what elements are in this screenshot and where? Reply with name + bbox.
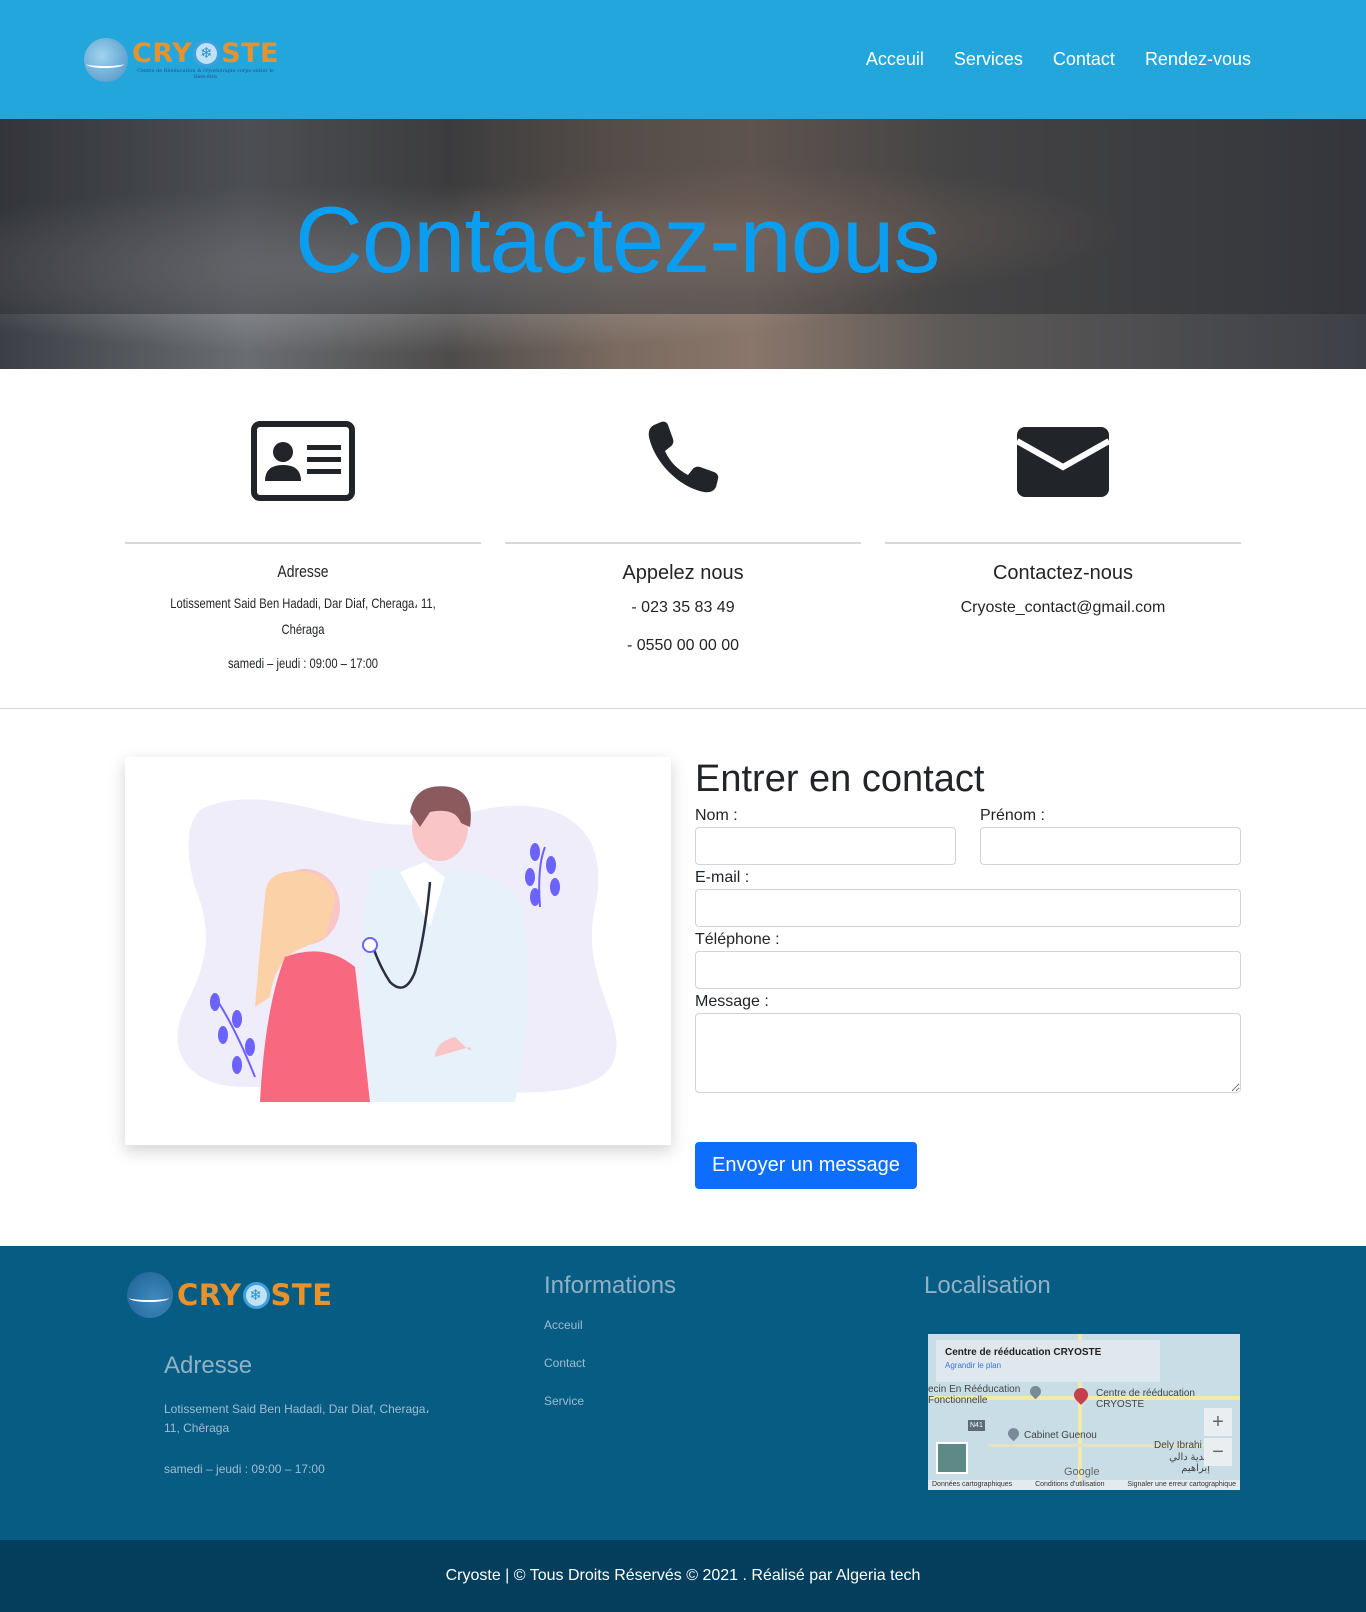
map-label-cabinet: Cabinet Guenou [1024, 1430, 1097, 1441]
nav-link-rendez-vous[interactable]: Rendez-vous [1145, 49, 1251, 70]
info-hours-line: samedi – jeudi : 09:00 – 17:00 [227, 655, 379, 671]
footer-hours: samedi – jeudi : 09:00 – 17:00 [164, 1462, 325, 1476]
info-address-line: Lotissement Said Ben Hadadi, Dar Diaf, C… [170, 595, 436, 637]
map-label-reeducation: ecin En Rééducation Fonctionnelle [928, 1384, 1021, 1406]
info-phone: Appelez nous - 023 35 83 49 - 0550 00 00… [505, 421, 861, 708]
id-card-icon [125, 421, 481, 521]
email-field-group: E-mail : [695, 869, 1241, 931]
footer-link-acceuil[interactable]: Acceuil [544, 1318, 924, 1332]
footer-logo-wordmark: CRY STE [177, 1278, 333, 1312]
name-row: Nom : Prénom : [695, 807, 1241, 869]
telephone-field-group: Téléphone : [695, 931, 1241, 993]
map-pin-icon[interactable] [1071, 1385, 1091, 1405]
zoom-out-button[interactable]: − [1204, 1438, 1232, 1466]
footer-localisation-title: Localisation [924, 1272, 1051, 1299]
nom-label: Nom : [695, 807, 738, 824]
footer-links: Acceuil Contact Service [544, 1318, 924, 1408]
footer-address-title: Adresse [164, 1352, 253, 1379]
nom-input[interactable] [695, 827, 956, 865]
navbar: CRY STE Centre de Rééducation & cryothér… [0, 0, 1366, 119]
divider [505, 542, 861, 544]
map-terms-link[interactable]: Conditions d'utilisation [1035, 1480, 1104, 1490]
message-field-group: Message : [695, 993, 1241, 1098]
logo-text: CRY STE Centre de Rééducation & cryothér… [132, 37, 279, 80]
map-footer: Données cartographiques Conditions d'uti… [928, 1480, 1240, 1490]
telephone-label: Téléphone : [695, 931, 780, 948]
info-address: Adresse Lotissement Said Ben Hadadi, Dar… [125, 421, 481, 708]
location-map[interactable]: Centre de rééducation CRYOSTE Agrandir l… [928, 1334, 1240, 1490]
nav-link-acceuil[interactable]: Acceuil [866, 49, 924, 70]
map-label-arabic: بلدية دالي إبراهيم [1169, 1452, 1210, 1474]
logo-word-end: STE [270, 1278, 333, 1312]
logo-swoosh-icon [84, 37, 128, 82]
enlarge-map-link[interactable]: Agrandir le plan [945, 1361, 1151, 1370]
footer-address: Lotissement Said Ben Hadadi, Dar Diaf, C… [164, 1402, 430, 1435]
doctor-patient-illustration [125, 757, 671, 1145]
snowflake-icon [193, 40, 221, 67]
footer-logo[interactable]: CRY STE [127, 1272, 544, 1318]
brand-logo[interactable]: CRY STE Centre de Rééducation & cryothér… [84, 37, 279, 82]
footer-about: CRY STE Adresse Lotissement Said Ben Had… [125, 1272, 544, 1540]
nom-field-group: Nom : [695, 807, 956, 869]
footer-link-contact[interactable]: Contact [544, 1356, 924, 1370]
footer-informations-title: Informations [544, 1272, 677, 1299]
message-textarea[interactable] [695, 1013, 1241, 1093]
email-address[interactable]: Cryoste_contact@gmail.com [885, 599, 1241, 617]
google-logo: Google [1064, 1466, 1100, 1478]
logo-wordmark: CRY STE [132, 37, 279, 69]
map-card-title: Centre de rééducation CRYOSTE [945, 1347, 1102, 1358]
logo-swoosh-icon [127, 1272, 173, 1318]
info-title-phone: Appelez nous [622, 562, 744, 584]
main-nav: Acceuil Services Contact Rendez-vous [866, 49, 1251, 70]
map-label-dely-ibrahim: Dely Ibrahi [1154, 1440, 1202, 1451]
info-email: Contactez-nous Cryoste_contact@gmail.com [885, 421, 1241, 708]
prenom-label: Prénom : [980, 807, 1045, 824]
map-place-icon [1005, 1425, 1022, 1442]
phone-number-2[interactable]: - 0550 00 00 00 [505, 637, 861, 655]
email-label: E-mail : [695, 869, 750, 886]
snowflake-icon [242, 1281, 270, 1309]
footer-link-service[interactable]: Service [544, 1394, 924, 1408]
zoom-in-button[interactable]: + [1204, 1408, 1232, 1436]
email-input[interactable] [695, 889, 1241, 927]
telephone-input[interactable] [695, 951, 1241, 989]
hero-title: Contactez-nous [295, 187, 940, 292]
logo-word-start: CRY [177, 1278, 242, 1312]
copyright-text: Cryoste | © Tous Droits Réservés © 2021 … [445, 1567, 921, 1584]
map-data-link[interactable]: Données cartographiques [932, 1480, 1012, 1490]
hero-banner: Contactez-nous [0, 119, 1366, 369]
logo-word-start: CRY [132, 37, 193, 69]
satellite-toggle[interactable] [936, 1442, 968, 1474]
divider [125, 542, 481, 544]
contact-form: Entrer en contact Nom : Prénom : E-mail … [695, 757, 1241, 1246]
nav-link-services[interactable]: Services [954, 49, 1023, 70]
logo-word-end: STE [221, 37, 279, 69]
nav-link-contact[interactable]: Contact [1053, 49, 1115, 70]
copyright-bar: Cryoste | © Tous Droits Réservés © 2021 … [0, 1540, 1366, 1612]
footer: CRY STE Adresse Lotissement Said Ben Had… [0, 1246, 1366, 1540]
map-label-cryoste: Centre de rééducation CRYOSTE [1096, 1388, 1195, 1410]
send-message-button[interactable]: Envoyer un message [695, 1142, 917, 1189]
footer-localisation: Localisation Centre de rééducation CRYOS… [924, 1272, 1244, 1540]
footer-informations: Informations Acceuil Contact Service [544, 1272, 924, 1540]
contact-form-section: Entrer en contact Nom : Prénom : E-mail … [0, 709, 1366, 1246]
phone-number-1[interactable]: - 023 35 83 49 [505, 599, 861, 617]
map-road-label: N41 [968, 1420, 985, 1431]
prenom-field-group: Prénom : [980, 807, 1241, 869]
logo-tagline: Centre de Rééducation & cryothérapie cor… [137, 67, 274, 80]
divider [885, 542, 1241, 544]
prenom-input[interactable] [980, 827, 1241, 865]
info-title-address: Adresse [277, 562, 329, 581]
phone-icon [505, 421, 861, 521]
info-title-email: Contactez-nous [992, 562, 1134, 584]
contact-info-section: Adresse Lotissement Said Ben Hadadi, Dar… [0, 369, 1366, 709]
map-report-link[interactable]: Signaler une erreur cartographique [1127, 1480, 1236, 1490]
form-title: Entrer en contact [695, 758, 985, 800]
envelope-icon [885, 421, 1241, 521]
message-label: Message : [695, 993, 769, 1010]
map-info-card: Centre de rééducation CRYOSTE Agrandir l… [936, 1340, 1160, 1382]
